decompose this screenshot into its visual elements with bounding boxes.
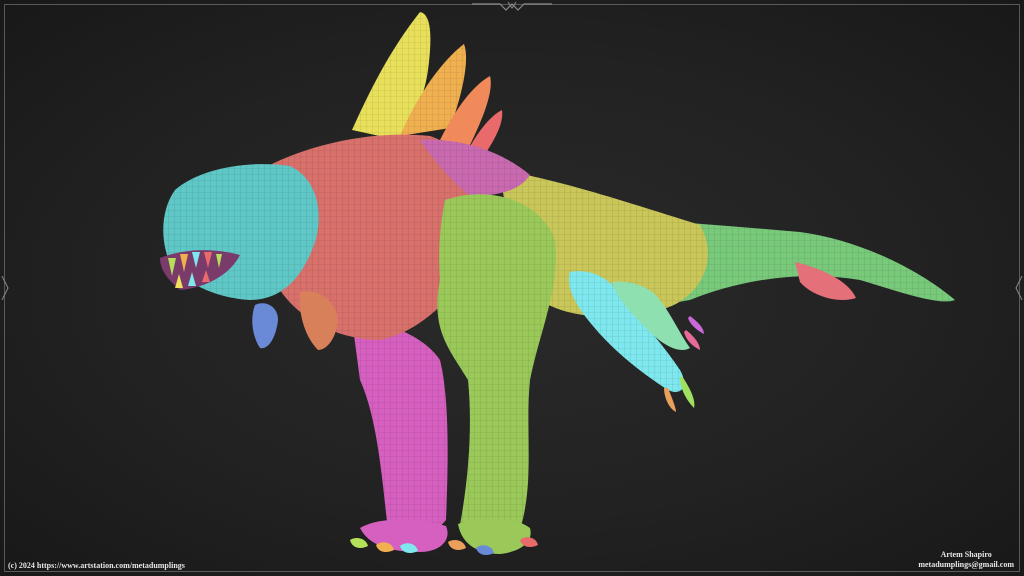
artist-credit: Artem Shapiro metadumplings@gmail.com xyxy=(918,550,1014,570)
left-ornament-icon xyxy=(1,276,9,300)
artist-email: metadumplings@gmail.com xyxy=(918,560,1014,569)
render-viewport: (c) 2024 https://www.artstation.com/meta… xyxy=(0,0,1024,576)
back-foot xyxy=(350,519,448,554)
artist-name: Artem Shapiro xyxy=(940,550,992,559)
copyright-text: (c) 2024 https://www.artstation.com/meta… xyxy=(8,561,185,570)
creature-uv-render xyxy=(160,12,955,556)
front-foot xyxy=(448,518,538,556)
top-ornament-icon xyxy=(472,1,552,11)
neck-flap-blue xyxy=(252,303,278,349)
right-ornament-icon xyxy=(1015,276,1023,300)
